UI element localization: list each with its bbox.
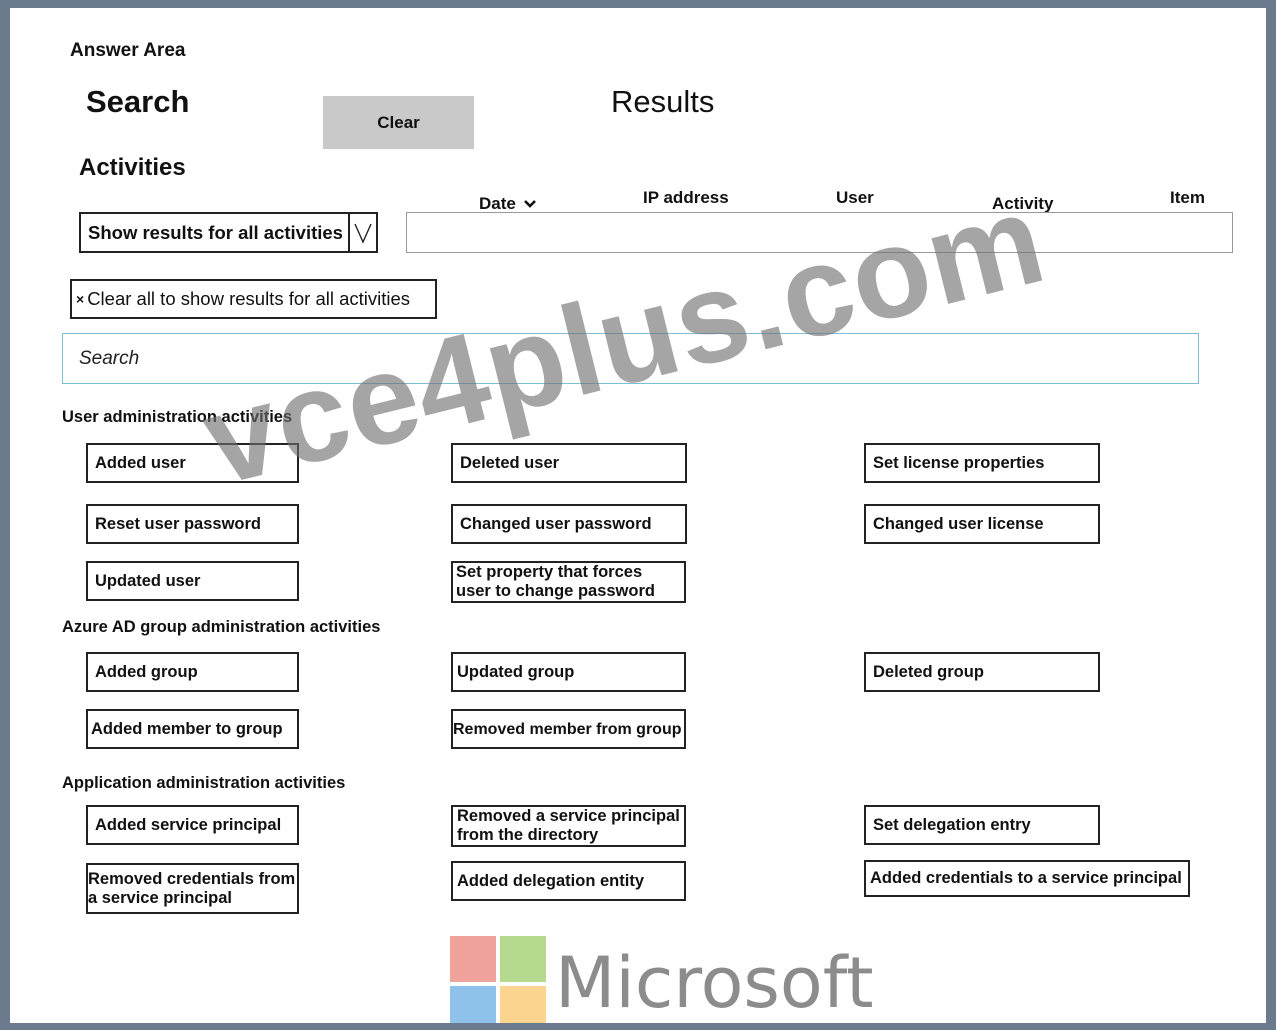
logo-square-red: [450, 936, 496, 982]
activity-option-label: Removed member from group: [453, 720, 682, 738]
results-title: Results: [611, 84, 715, 119]
activity-option-label: Reset user password: [95, 514, 261, 533]
activity-option[interactable]: Added delegation entity: [451, 861, 686, 901]
activity-option[interactable]: Set property that forces user to change …: [451, 561, 686, 603]
activity-option-label: Changed user license: [873, 514, 1044, 533]
activity-option[interactable]: Set license properties: [864, 443, 1100, 483]
column-header-item[interactable]: Item: [1170, 188, 1205, 208]
section-title-app-admin: Application administration activities: [62, 774, 346, 792]
activity-option[interactable]: Added service principal: [86, 805, 299, 845]
activity-option-label: Added group: [95, 662, 198, 681]
activity-option-label: Removed credentials from a service princ…: [88, 869, 296, 907]
activity-option[interactable]: Removed a service principal from the dir…: [451, 805, 686, 847]
activity-option-label: Set property that forces user to change …: [456, 563, 655, 600]
activities-dropdown-value: Show results for all activities: [88, 221, 343, 243]
logo-square-green: [500, 936, 546, 982]
activity-option[interactable]: Removed credentials from a service princ…: [86, 863, 299, 914]
microsoft-wordmark: Microsoft: [555, 942, 874, 1023]
activity-option[interactable]: Added member to group: [86, 709, 299, 749]
dropdown-arrow[interactable]: [348, 214, 376, 251]
column-header-activity[interactable]: Activity: [992, 194, 1053, 214]
activity-option-label: Changed user password: [460, 514, 652, 533]
clear-all-button[interactable]: × Clear all to show results for all acti…: [70, 279, 437, 319]
column-header-user[interactable]: User: [836, 188, 874, 208]
search-input[interactable]: Search: [62, 333, 1199, 384]
activity-option[interactable]: Reset user password: [86, 504, 299, 544]
results-list: [406, 212, 1233, 253]
activity-option-label: Deleted user: [460, 453, 560, 472]
search-title: Search: [86, 84, 190, 119]
activity-option-label: Added delegation entity: [457, 871, 645, 890]
clear-button[interactable]: Clear: [323, 96, 474, 149]
activity-option[interactable]: Deleted group: [864, 652, 1100, 692]
answer-area-label: Answer Area: [70, 40, 186, 61]
activity-option[interactable]: Removed member from group: [451, 709, 686, 749]
microsoft-logo-icon: [450, 936, 546, 1023]
clear-all-label: Clear all to show results for all activi…: [87, 288, 411, 309]
activity-option-label: Added service principal: [95, 815, 282, 834]
answer-area-panel: Answer Area Search Clear Results Activit…: [10, 8, 1266, 1023]
column-header-date[interactable]: Date: [479, 194, 537, 214]
section-title-user-admin: User administration activities: [62, 408, 293, 426]
logo-square-blue: [450, 986, 496, 1023]
column-header-ip-address[interactable]: IP address: [643, 188, 729, 208]
activities-dropdown[interactable]: Show results for all activities: [79, 212, 378, 253]
activity-option-label: Set delegation entry: [873, 815, 1031, 834]
activity-option[interactable]: Updated group: [451, 652, 686, 692]
activity-option[interactable]: Deleted user: [451, 443, 687, 483]
activity-option-label: Set license properties: [873, 453, 1045, 472]
activity-option-label: Updated group: [457, 662, 575, 681]
search-placeholder: Search: [79, 347, 140, 369]
activity-option[interactable]: Added credentials to a service principal: [864, 860, 1190, 897]
chevron-down-icon: [354, 223, 372, 244]
activity-option-label: Removed a service principal from the dir…: [457, 807, 680, 844]
activity-option[interactable]: Changed user license: [864, 504, 1100, 544]
activity-option[interactable]: Updated user: [86, 561, 299, 601]
activity-option[interactable]: Set delegation entry: [864, 805, 1100, 845]
column-header-date-label: Date: [479, 194, 516, 213]
chevron-down-icon: [523, 200, 536, 208]
activity-option[interactable]: Added group: [86, 652, 299, 692]
section-title-group-admin: Azure AD group administration activities: [62, 618, 381, 636]
activity-option-label: Deleted group: [873, 662, 984, 681]
logo-square-yellow: [500, 986, 546, 1023]
close-icon: ×: [76, 291, 85, 307]
activity-option[interactable]: Added user: [86, 443, 299, 483]
activity-option-label: Added credentials to a service principal: [870, 869, 1182, 887]
activity-option-label: Added member to group: [91, 719, 283, 738]
activity-option-label: Updated user: [95, 571, 201, 590]
activities-title: Activities: [79, 154, 186, 181]
activity-option-label: Added user: [95, 453, 186, 472]
activity-option[interactable]: Changed user password: [451, 504, 687, 544]
